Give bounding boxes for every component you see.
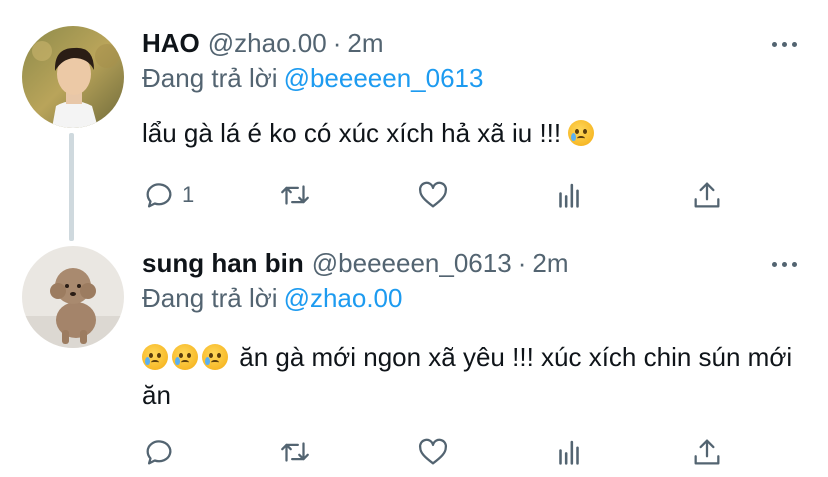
replying-to-mention[interactable]: @beeeeen_0613 [284,63,484,93]
retweet-button[interactable] [278,178,312,212]
handle[interactable]: @zhao.00 [208,28,327,59]
crying-face-emoji [568,120,595,146]
reply-button[interactable]: 1 [142,178,194,212]
crying-face-emoji [142,344,168,370]
retweet-icon [281,185,309,205]
comment-icon [146,440,172,465]
share-icon [694,182,720,208]
more-options-icon[interactable] [772,42,797,47]
analytics-button[interactable] [552,178,586,212]
separator-dot: · [332,28,342,58]
like-button[interactable] [416,435,450,469]
display-name[interactable]: HAO [142,28,200,59]
replying-to: Đang trả lời @zhao.00 [142,283,402,314]
heart-icon [418,438,448,465]
replying-prefix: Đang trả lời [142,283,278,313]
like-button[interactable] [416,178,450,212]
comment-icon [146,183,172,208]
replying-to: Đang trả lời @beeeeen_0613 [142,63,483,94]
separator-dot: · [517,248,527,278]
crying-face-emoji [172,344,198,370]
retweet-button[interactable] [278,435,312,469]
avatar[interactable] [22,26,124,128]
replying-to-mention[interactable]: @zhao.00 [284,283,403,313]
analytics-icon [559,440,579,465]
share-icon [694,439,720,465]
more-options-icon[interactable] [772,262,797,267]
tweet-text: lẩu gà lá é ko có xúc xích hả xã iu !!! [142,114,802,152]
timestamp[interactable]: 2m [347,28,383,59]
display-name[interactable]: sung han bin [142,248,304,279]
timestamp[interactable]: 2m [532,248,568,279]
tweet-text: ăn gà mới ngon xã yêu !!! xúc xích chin … [142,338,802,414]
action-bar [142,435,742,469]
retweet-icon [281,442,309,462]
action-bar: 1 [142,178,742,212]
tweet[interactable]: HAO @zhao.00 · 2m Đang trả lời @beeeeen_0… [0,0,828,241]
thread-line [69,133,74,241]
tweet-text-content: lẩu gà lá é ko có xúc xích hả xã iu !!! [142,118,562,148]
analytics-button[interactable] [552,435,586,469]
share-button[interactable] [690,435,724,469]
avatar[interactable] [22,246,124,348]
reply-button[interactable] [142,435,182,469]
reply-count: 1 [182,182,195,207]
share-button[interactable] [690,178,724,212]
tweet-header: sung han bin @beeeeen_0613 · 2m [142,248,568,279]
tweet[interactable]: sung han bin @beeeeen_0613 · 2m Đang trả… [0,238,828,477]
analytics-icon [559,183,579,208]
crying-face-emoji [202,344,228,370]
tweet-header: HAO @zhao.00 · 2m [142,28,384,59]
handle[interactable]: @beeeeen_0613 [312,248,512,279]
replying-prefix: Đang trả lời [142,63,278,93]
tweet-text-content: ăn gà mới ngon xã yêu !!! xúc xích chin … [142,342,793,410]
heart-icon [418,181,448,208]
